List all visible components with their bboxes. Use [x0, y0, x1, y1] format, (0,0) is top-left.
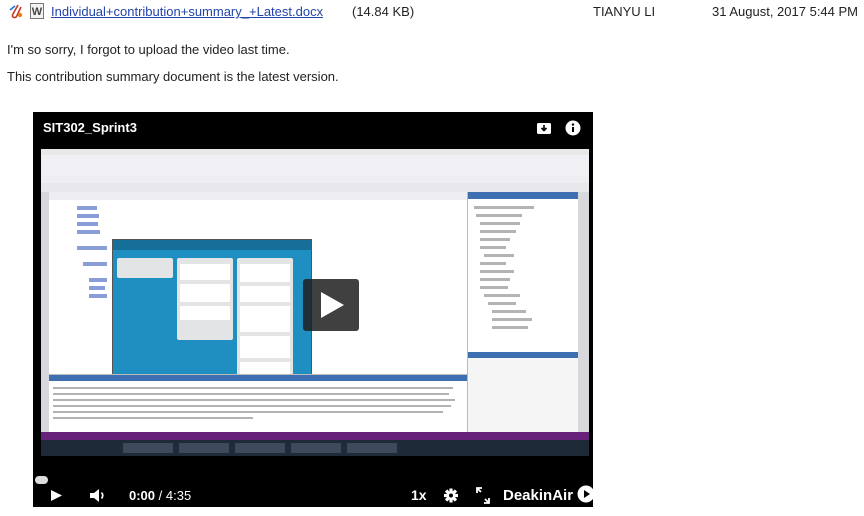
fullscreen-icon: [476, 487, 490, 504]
ide-code-editor: [49, 200, 467, 393]
volume-button[interactable]: [89, 484, 107, 507]
properties-panel: [467, 352, 578, 432]
current-time: 0:00: [129, 488, 156, 503]
gear-icon: [444, 488, 458, 503]
play-button[interactable]: [49, 484, 63, 507]
play-overlay-button[interactable]: [303, 279, 359, 331]
brand-logo: DeakinAir: [503, 484, 593, 507]
output-panel: [49, 374, 467, 433]
info-icon[interactable]: [565, 120, 581, 136]
attachment-file-link[interactable]: Individual+contribution+summary_+Latest.…: [51, 4, 323, 19]
play-icon: [51, 490, 62, 501]
post-author: TIANYU LI: [593, 4, 656, 19]
os-taskbar: [41, 440, 589, 456]
ide-left-strip: [41, 192, 49, 432]
word-document-icon: W: [30, 3, 44, 19]
duration: 4:35: [165, 488, 192, 503]
ide-editor-tabs: [49, 192, 467, 200]
attachment-file-size: (14.84 KB): [352, 4, 415, 19]
time-separator: /: [155, 488, 166, 503]
attachment-row: W Individual+contribution+summary_+Lates…: [6, 0, 858, 24]
settings-button[interactable]: [443, 484, 459, 507]
brand-name: DeakinAir: [503, 487, 574, 504]
ide-titlebar: [41, 155, 589, 176]
video-player[interactable]: SIT302_Sprint3 0:00 / 4:35 1x DeakinAir: [33, 112, 593, 507]
player-controls: 0:00 / 4:35 1x DeakinAir: [33, 484, 593, 507]
ide-right-strip: [578, 192, 589, 432]
message-line-2: This contribution summary document is th…: [7, 69, 339, 84]
post-date: 31 August, 2017 5:44 PM: [712, 4, 858, 19]
play-icon: [321, 292, 344, 318]
playback-speed-button[interactable]: 1x: [411, 484, 427, 507]
download-icon[interactable]: [536, 120, 552, 136]
play-circle-icon: [577, 485, 593, 503]
solution-explorer-panel: [467, 192, 578, 352]
time-display: 0:00 / 4:35: [129, 484, 191, 507]
message-line-1: I'm so sorry, I forgot to upload the vid…: [7, 42, 290, 57]
ide-status-bar: [41, 432, 589, 440]
volume-icon: [90, 489, 104, 502]
paperclip-icon: [8, 2, 24, 20]
fullscreen-button[interactable]: [475, 484, 491, 507]
ide-menubar: [41, 176, 589, 183]
video-title: SIT302_Sprint3: [43, 120, 137, 135]
progress-handle[interactable]: [35, 476, 48, 484]
board-window: [112, 239, 312, 393]
